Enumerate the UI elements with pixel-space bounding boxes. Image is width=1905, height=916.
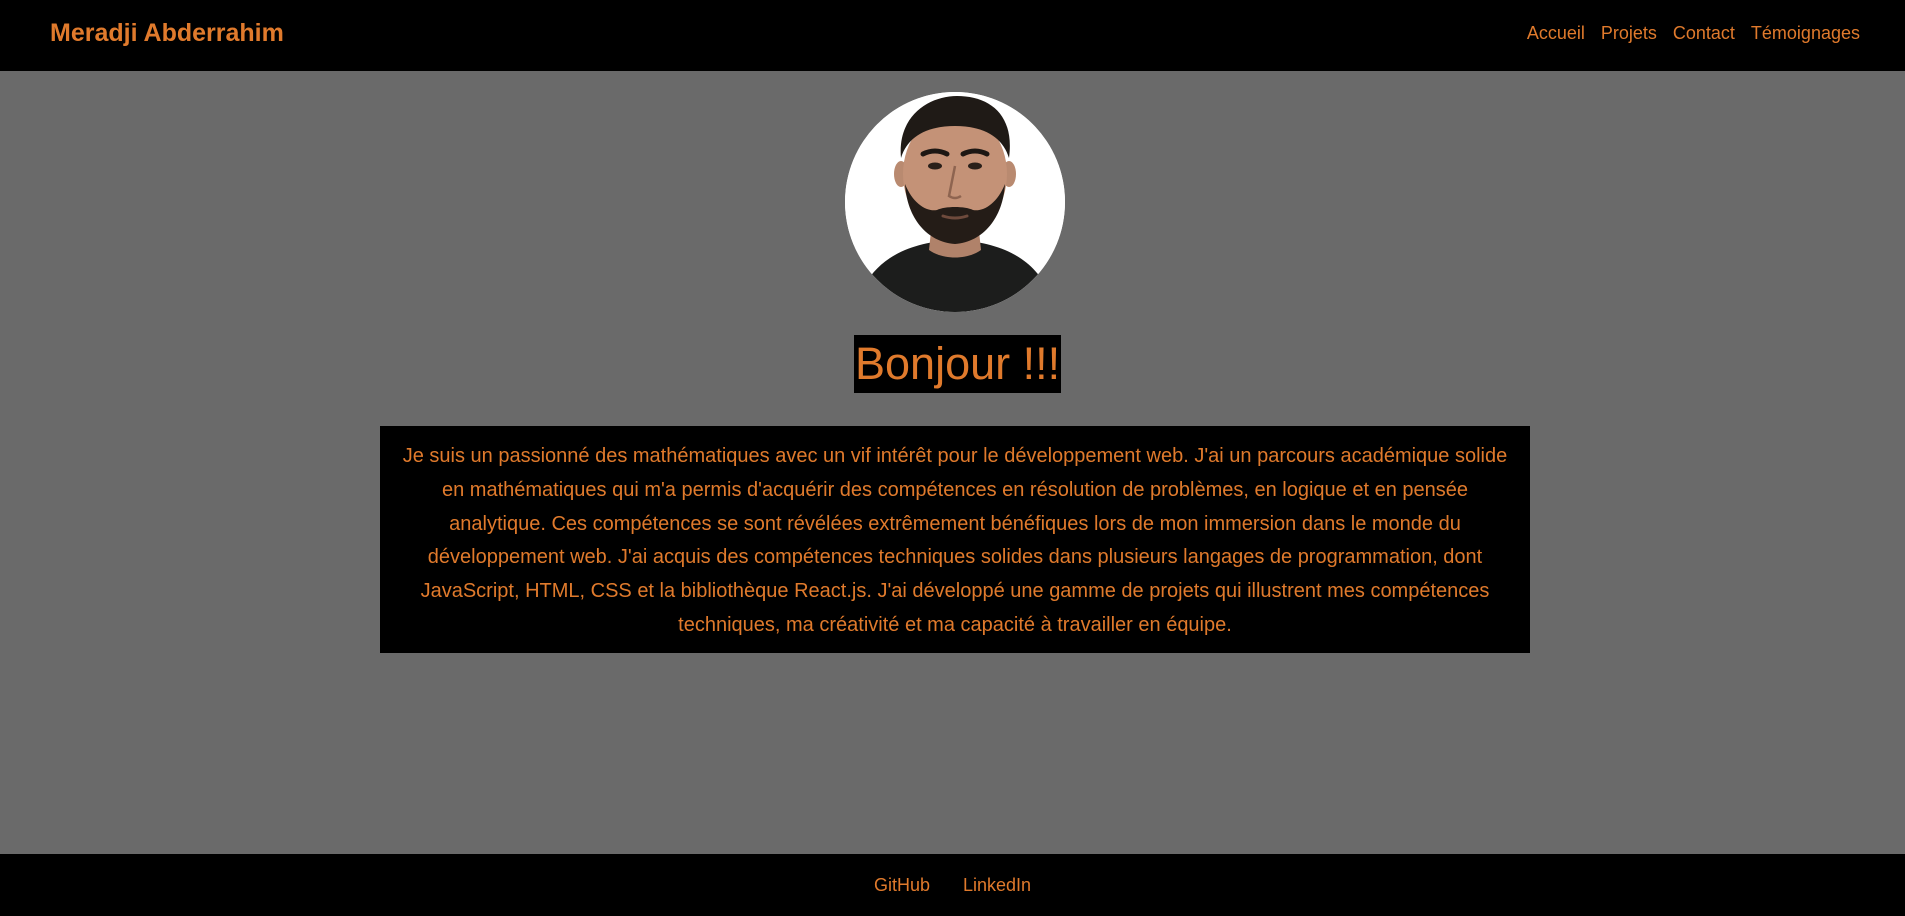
nav-link-accueil[interactable]: Accueil [1527,22,1585,44]
nav-link-projets[interactable]: Projets [1601,22,1657,44]
profile-portrait-illustration [845,92,1065,312]
footer: GitHub LinkedIn [0,854,1905,916]
nav-link-temoignages[interactable]: Témoignages [1751,22,1860,44]
top-navbar: Meradji Abderrahim Accueil Projets Conta… [0,0,1905,71]
footer-links: GitHub LinkedIn [0,874,1905,896]
footer-link-linkedin[interactable]: LinkedIn [963,874,1031,896]
page: Meradji Abderrahim Accueil Projets Conta… [0,0,1905,916]
footer-link-github[interactable]: GitHub [874,874,930,896]
bio-card: Je suis un passionné des mathématiques a… [380,426,1530,653]
site-brand[interactable]: Meradji Abderrahim [50,18,284,48]
greeting-heading: Bonjour !!! [854,335,1062,393]
bio-text: Je suis un passionné des mathématiques a… [402,445,1508,636]
profile-photo [845,92,1065,312]
main-nav: Accueil Projets Contact Témoignages [1527,22,1860,44]
nav-link-contact[interactable]: Contact [1673,22,1735,44]
